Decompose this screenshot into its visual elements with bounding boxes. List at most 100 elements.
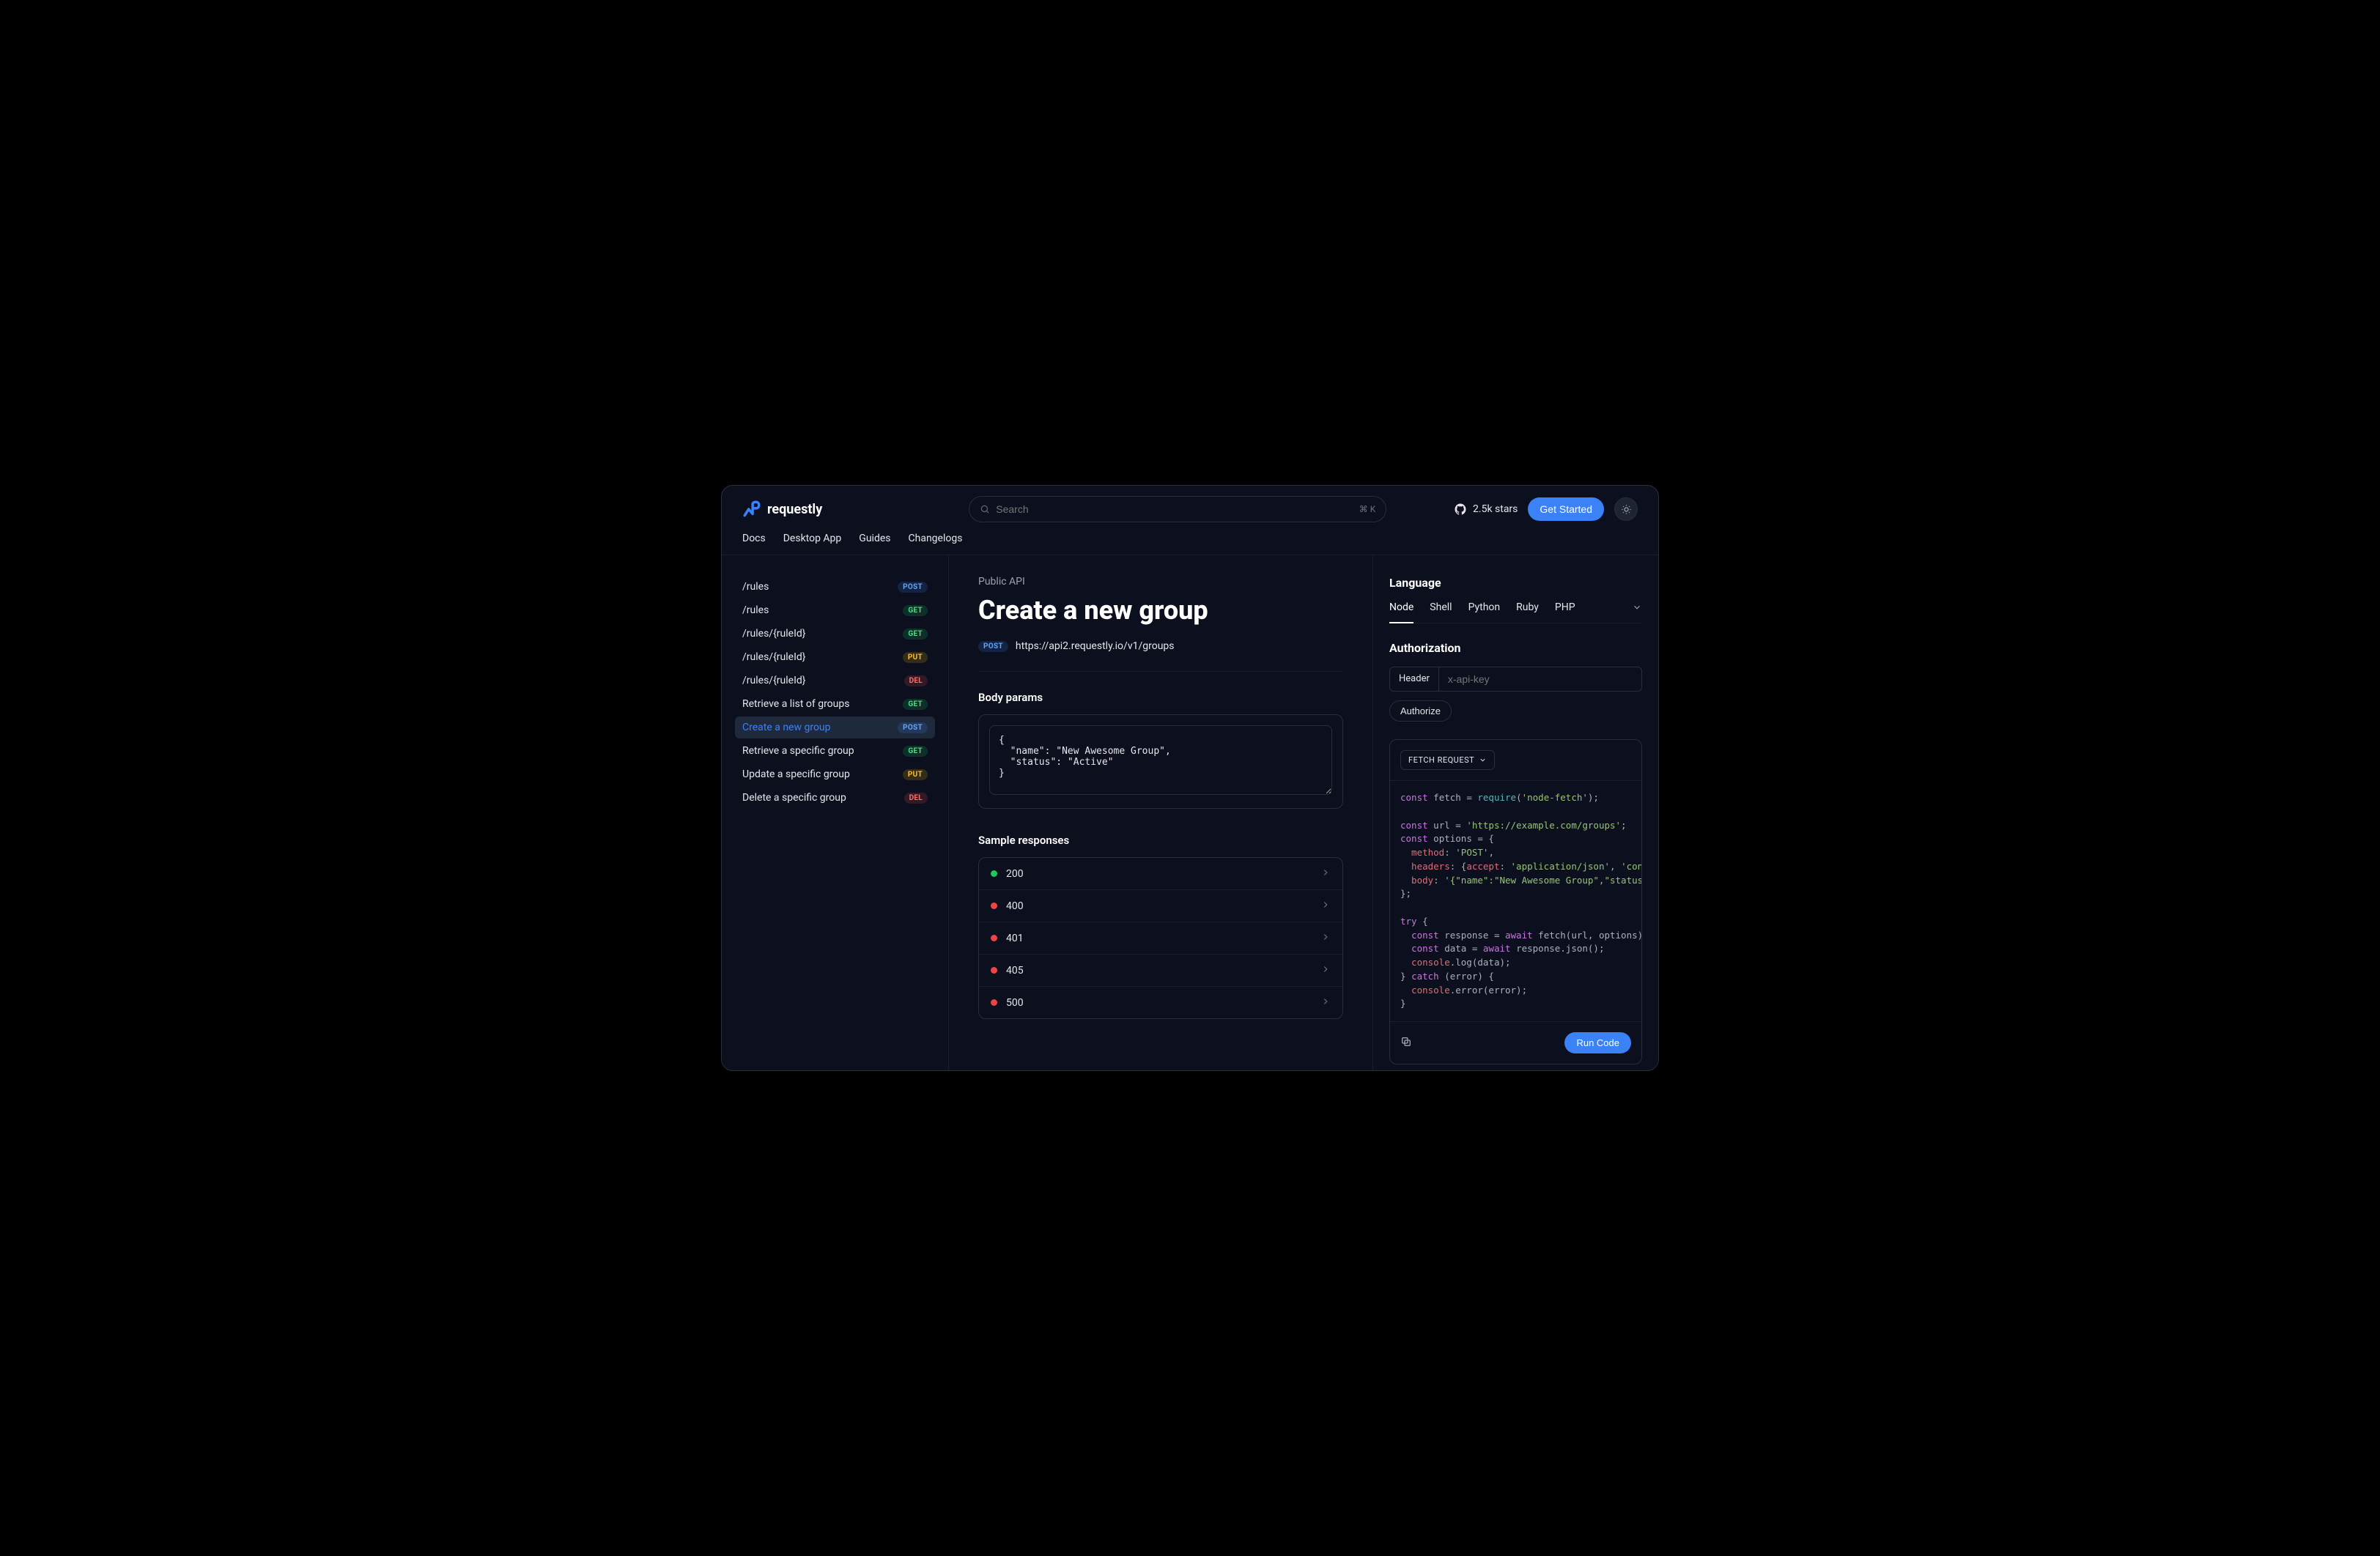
response-code: 400	[1006, 900, 1024, 912]
auth-key-input[interactable]	[1439, 667, 1641, 691]
response-code: 401	[1006, 933, 1024, 944]
app-window: requestly ⌘ K 2.5k stars Get Started	[721, 485, 1659, 1071]
sidebar-item-label: Update a specific group	[742, 768, 850, 780]
sidebar-item[interactable]: Delete a specific group DEL	[735, 787, 935, 809]
body-params-box	[978, 714, 1343, 809]
method-badge: GET	[903, 629, 928, 640]
nav-desktop-app[interactable]: Desktop App	[783, 533, 842, 544]
sidebar-item[interactable]: Retrieve a specific group GET	[735, 740, 935, 762]
response-code: 200	[1006, 868, 1024, 880]
language-title: Language	[1389, 576, 1642, 590]
language-tab[interactable]: Ruby	[1516, 601, 1539, 623]
language-tab[interactable]: Node	[1389, 601, 1413, 623]
sidebar-item[interactable]: /rules/{ruleId} GET	[735, 623, 935, 645]
header-right: 2.5k stars Get Started	[1454, 497, 1638, 521]
language-tab[interactable]: Shell	[1430, 601, 1452, 623]
main-content: Public API Create a new group POST https…	[949, 555, 1372, 1070]
divider	[978, 671, 1343, 672]
sun-icon	[1621, 504, 1632, 515]
run-code-button[interactable]: Run Code	[1564, 1032, 1631, 1053]
response-row[interactable]: 401	[979, 922, 1342, 955]
chevron-right-icon	[1320, 963, 1331, 977]
method-badge: PUT	[903, 652, 928, 663]
github-link[interactable]: 2.5k stars	[1454, 503, 1518, 516]
search-input[interactable]	[996, 503, 1353, 515]
chevron-right-icon	[1320, 996, 1331, 1009]
response-row[interactable]: 400	[979, 890, 1342, 922]
code-header: FETCH REQUEST	[1390, 740, 1641, 781]
chevron-down-icon	[1479, 756, 1487, 764]
sidebar-item-label: /rules	[742, 581, 769, 593]
theme-toggle-button[interactable]	[1614, 497, 1638, 521]
response-code: 500	[1006, 997, 1024, 1009]
method-badge: DEL	[904, 675, 928, 686]
response-code: 405	[1006, 965, 1024, 977]
sidebar-item[interactable]: Update a specific group PUT	[735, 763, 935, 785]
body-params-textarea[interactable]	[989, 725, 1332, 795]
nav-guides[interactable]: Guides	[859, 533, 890, 544]
language-more-button[interactable]	[1632, 601, 1642, 623]
auth-header-label: Header	[1390, 667, 1439, 691]
status-dot-icon	[991, 903, 997, 909]
breadcrumb: Public API	[978, 576, 1343, 588]
nav-changelogs[interactable]: Changelogs	[909, 533, 963, 544]
search-shortcut: ⌘ K	[1359, 504, 1376, 514]
search-icon	[980, 504, 990, 514]
status-dot-icon	[991, 999, 997, 1006]
method-badge: POST	[898, 722, 928, 733]
body: /rules POST/rules GET/rules/{ruleId} GET/ru…	[722, 555, 1658, 1070]
method-badge: POST	[978, 641, 1008, 652]
method-badge: GET	[903, 605, 928, 616]
status-dot-icon	[991, 967, 997, 974]
authorization-title: Authorization	[1389, 641, 1642, 655]
response-row[interactable]: 200	[979, 858, 1342, 890]
endpoint-url: https://api2.requestly.io/v1/groups	[1016, 640, 1175, 652]
sidebar-item[interactable]: /rules/{ruleId}DEL	[735, 670, 935, 692]
sidebar: /rules POST/rules GET/rules/{ruleId} GET/ru…	[722, 555, 949, 1070]
chevron-right-icon	[1320, 899, 1331, 913]
sidebar-item[interactable]: /rules POST	[735, 576, 935, 598]
language-tabs: Node Shell Python Ruby PHP	[1389, 601, 1642, 623]
method-badge: PUT	[903, 769, 928, 780]
chevron-right-icon	[1320, 867, 1331, 881]
search-box[interactable]: ⌘ K	[969, 496, 1386, 522]
github-icon	[1454, 503, 1467, 516]
auth-row: Header	[1389, 667, 1642, 692]
method-badge: GET	[903, 699, 928, 710]
fetch-request-selector[interactable]: FETCH REQUEST	[1400, 750, 1495, 770]
page-title: Create a new group	[978, 595, 1343, 626]
nav-docs[interactable]: Docs	[742, 533, 766, 544]
sidebar-item-label: Delete a specific group	[742, 792, 846, 804]
method-badge: POST	[898, 582, 928, 593]
sample-responses-title: Sample responses	[978, 834, 1343, 847]
sidebar-item-label: Retrieve a list of groups	[742, 698, 849, 710]
sidebar-item[interactable]: Retrieve a list of groups GET	[735, 693, 935, 715]
sidebar-item[interactable]: /rules GET	[735, 599, 935, 621]
logo-icon	[742, 500, 761, 519]
response-row[interactable]: 500	[979, 987, 1342, 1018]
method-badge: DEL	[904, 793, 928, 804]
sidebar-item-label: Create a new group	[742, 722, 831, 733]
copy-code-button[interactable]	[1400, 1036, 1412, 1050]
response-row[interactable]: 405	[979, 955, 1342, 987]
chevron-right-icon	[1320, 931, 1331, 945]
language-tab[interactable]: Python	[1468, 601, 1501, 623]
sidebar-item[interactable]: /rules/{ruleId}PUT	[735, 646, 935, 668]
status-dot-icon	[991, 870, 997, 877]
body-params-title: Body params	[978, 691, 1343, 704]
authorize-button[interactable]: Authorize	[1389, 700, 1452, 722]
code-body: const fetch = require('node-fetch'); con…	[1390, 781, 1641, 1021]
copy-icon	[1400, 1036, 1412, 1048]
language-tab[interactable]: PHP	[1555, 601, 1575, 623]
get-started-button[interactable]: Get Started	[1528, 497, 1604, 521]
sidebar-item-label: /rules/{ruleId}	[742, 628, 806, 640]
method-badge: GET	[903, 746, 928, 757]
sidebar-item-label: Retrieve a specific group	[742, 745, 854, 757]
status-dot-icon	[991, 935, 997, 941]
header: requestly ⌘ K 2.5k stars Get Started	[722, 486, 1658, 533]
responses-box: 200 400 401 405 500	[978, 857, 1343, 1019]
code-footer: Run Code	[1390, 1021, 1641, 1064]
sidebar-item-label: /rules	[742, 604, 769, 616]
sidebar-item[interactable]: Create a new group POST	[735, 716, 935, 738]
logo[interactable]: requestly	[742, 500, 822, 519]
